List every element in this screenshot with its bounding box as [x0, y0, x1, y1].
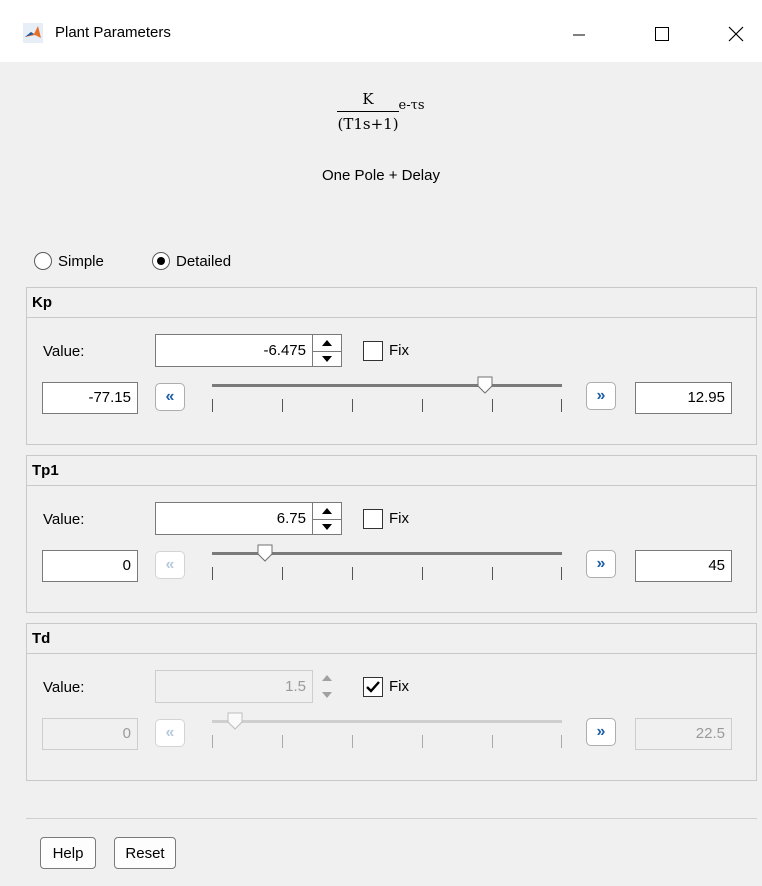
close-icon [728, 26, 744, 42]
kp-fix-checkbox[interactable] [363, 341, 383, 361]
slider-tick [422, 567, 423, 580]
tp1-slider[interactable] [212, 542, 562, 582]
td-value-label: Value: [43, 679, 85, 696]
tp1-decrease-range-button[interactable]: « [155, 551, 185, 579]
model-name: One Pole + Delay [322, 167, 440, 184]
transfer-function-formula: K (T1s+1) e-τs [0, 90, 762, 133]
close-button[interactable] [710, 14, 762, 54]
kp-value-spinner[interactable] [312, 334, 342, 367]
slider-tick [212, 567, 213, 580]
radio-simple-label: Simple [58, 252, 104, 270]
slider-tick [561, 567, 562, 580]
td-decrease-range-button[interactable]: « [155, 719, 185, 747]
slider-tick [352, 567, 353, 580]
kp-value-input[interactable]: -6.475 [155, 334, 313, 367]
slider-track [212, 384, 562, 387]
td-panel: Td [26, 623, 757, 781]
footer-divider [26, 818, 757, 819]
tp1-increase-range-button[interactable]: » [586, 550, 616, 578]
slider-tick [282, 399, 283, 412]
slider-tick [561, 735, 562, 748]
kp-max-input[interactable]: 12.95 [635, 382, 732, 414]
kp-increase-range-button[interactable]: » [586, 382, 616, 410]
slider-tick [352, 399, 353, 412]
minimize-button[interactable] [553, 14, 605, 54]
double-chevron-right-icon: » [596, 555, 606, 572]
kp-panel-title: Kp [27, 288, 756, 318]
slider-tick [561, 399, 562, 412]
double-chevron-right-icon: » [596, 387, 606, 404]
title-bar: Plant Parameters [0, 0, 762, 62]
checkmark-icon [366, 681, 380, 693]
radio-simple[interactable]: Simple [34, 250, 104, 272]
spin-up-icon[interactable] [313, 503, 341, 519]
slider-tick [492, 567, 493, 580]
radio-detailed[interactable]: Detailed [152, 250, 231, 272]
tp1-panel: Tp1 [26, 455, 757, 613]
radio-circle[interactable] [34, 252, 52, 270]
window-title: Plant Parameters [55, 24, 171, 41]
minimize-icon [573, 34, 585, 36]
td-min-input[interactable]: 0 [42, 718, 138, 750]
slider-tick [352, 735, 353, 748]
kp-decrease-range-button[interactable]: « [155, 383, 185, 411]
tp1-fix-label: Fix [389, 510, 409, 527]
formula-numerator: K [337, 90, 399, 112]
td-slider[interactable] [212, 710, 562, 750]
tp1-value-spinner[interactable] [312, 502, 342, 535]
slider-tick [282, 735, 283, 748]
double-chevron-left-icon: « [165, 388, 175, 405]
formula-exponent: e-τs [398, 98, 425, 113]
slider-tick [422, 735, 423, 748]
slider-tick [212, 399, 213, 412]
td-value-input[interactable]: 1.5 [155, 670, 313, 703]
spin-down-icon[interactable] [312, 687, 342, 704]
td-value-spinner[interactable] [312, 670, 342, 703]
slider-track [212, 720, 562, 723]
td-fix-checkbox[interactable] [363, 677, 383, 697]
slider-tick [492, 735, 493, 748]
spin-up-icon[interactable] [312, 670, 342, 687]
double-chevron-left-icon: « [165, 556, 175, 573]
kp-slider-thumb[interactable] [477, 376, 493, 394]
maximize-icon [655, 27, 669, 41]
double-chevron-right-icon: » [596, 723, 606, 740]
tp1-min-input[interactable]: 0 [42, 550, 138, 582]
matlab-icon [23, 23, 43, 43]
maximize-button[interactable] [636, 14, 688, 54]
radio-circle-selected[interactable] [152, 252, 170, 270]
spin-up-icon[interactable] [313, 335, 341, 351]
kp-min-input[interactable]: -77.15 [42, 382, 138, 414]
kp-value-label: Value: [43, 343, 85, 360]
tp1-value-label: Value: [43, 511, 85, 528]
td-increase-range-button[interactable]: » [586, 718, 616, 746]
tp1-value-input[interactable]: 6.75 [155, 502, 313, 535]
tp1-fix-checkbox[interactable] [363, 509, 383, 529]
tp1-slider-thumb[interactable] [257, 544, 273, 562]
slider-tick [282, 567, 283, 580]
slider-tick [492, 399, 493, 412]
slider-tick [422, 399, 423, 412]
td-fix-label: Fix [389, 678, 409, 695]
td-panel-title: Td [27, 624, 756, 654]
spin-down-icon[interactable] [313, 350, 341, 368]
kp-panel: Kp [26, 287, 757, 445]
reset-button[interactable]: Reset [114, 837, 176, 869]
slider-tick [212, 735, 213, 748]
td-slider-thumb[interactable] [227, 712, 243, 730]
kp-slider[interactable] [212, 374, 562, 414]
td-max-input[interactable]: 22.5 [635, 718, 732, 750]
help-button[interactable]: Help [40, 837, 96, 869]
formula-denominator: (T1s+1) [337, 115, 399, 133]
tp1-panel-title: Tp1 [27, 456, 756, 486]
kp-fix-label: Fix [389, 342, 409, 359]
spin-down-icon[interactable] [313, 518, 341, 536]
radio-detailed-label: Detailed [176, 252, 232, 270]
double-chevron-left-icon: « [165, 724, 175, 741]
tp1-max-input[interactable]: 45 [635, 550, 732, 582]
